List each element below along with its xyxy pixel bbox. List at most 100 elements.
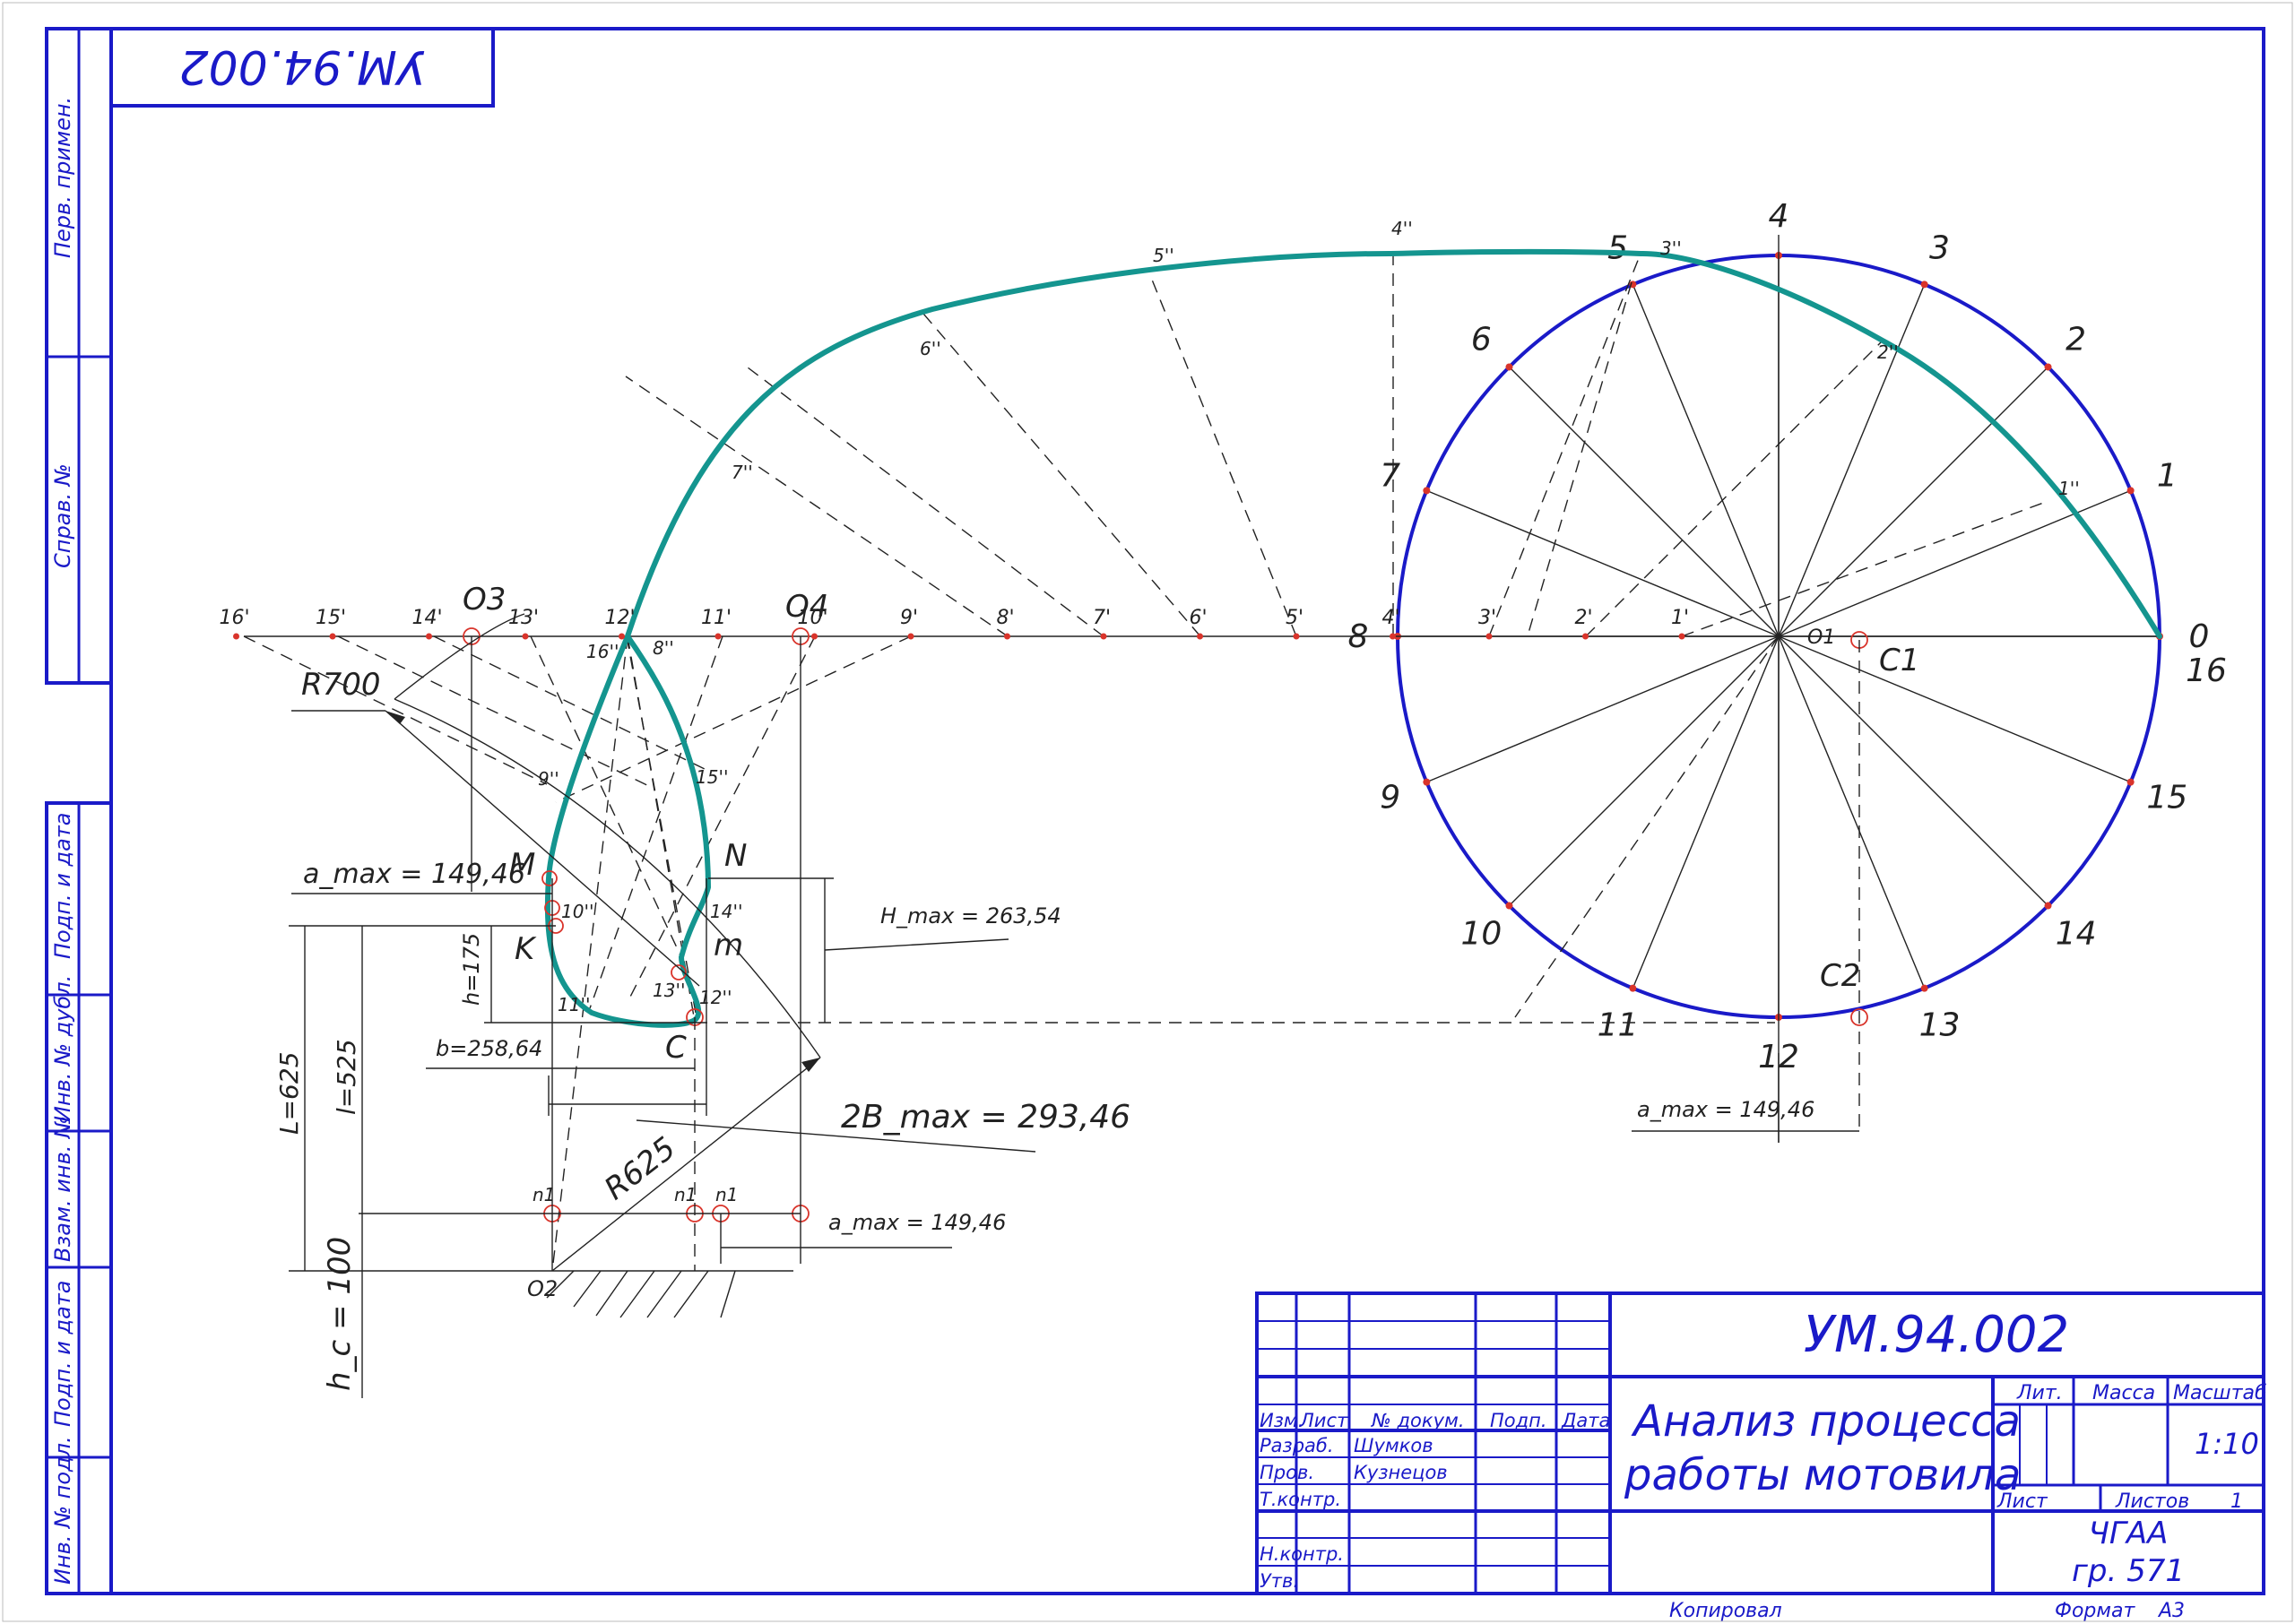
spoke-5 <box>1632 284 1780 637</box>
tb-nkontr: Н.контр. <box>1260 1543 1344 1565</box>
circle-label-1: 1 <box>2157 458 2178 495</box>
dim-hmax: H_max = 263,54 <box>880 903 1061 929</box>
tb-utv: Утв. <box>1260 1570 1299 1592</box>
axis-point-3 <box>1485 633 1493 640</box>
circle-label-9: 9 <box>1380 779 1400 816</box>
dashed-line-0 <box>1681 501 2047 637</box>
circle-point-15 <box>2126 778 2135 786</box>
axis-label-8: 8' <box>996 607 1014 629</box>
label-m-small: m <box>714 928 743 963</box>
spoke-9 <box>1426 635 1780 783</box>
traj-label-11: 11'' <box>558 994 590 1015</box>
tb-sheet: Лист <box>1996 1490 2048 1513</box>
tb-org-2: гр. 571 <box>2072 1553 2185 1589</box>
dashed-line-5 <box>922 313 1201 637</box>
circle-label-16: 16 <box>2186 652 2227 689</box>
dim-r625: R625 <box>598 1130 682 1207</box>
axis-point-11 <box>714 633 722 640</box>
label-o1: O1 <box>1807 626 1835 649</box>
axis-label-5: 5' <box>1286 607 1303 629</box>
side-label-perv-primen: Перв. примен. <box>50 97 75 258</box>
title-line-2: работы мотовила <box>1624 1450 2021 1500</box>
drawing-sheet: Перв. примен. Справ. № Подп. и дата Инв.… <box>2 2 2293 1622</box>
circle-point-7 <box>1423 487 1431 495</box>
circle-label-11: 11 <box>1598 1006 1639 1043</box>
rotated-stamp: УМ.94.002 <box>109 27 495 108</box>
tb-format: Формат <box>2055 1600 2135 1622</box>
circle-point-9 <box>1423 778 1431 786</box>
circle-point-2 <box>2044 363 2052 371</box>
axis-label-7: 7' <box>1093 607 1111 629</box>
circle-label-0: 0 <box>2189 618 2210 655</box>
axis-label-12: 12' <box>604 607 635 629</box>
axis-points: 1'2'3'4'5'6'7'8'9'10'11'12'13'14'15'16' <box>219 607 1689 640</box>
axis-label-9: 9' <box>900 607 918 629</box>
tb-tkontr: Т.контр. <box>1260 1489 1341 1510</box>
circle-point-10 <box>1505 902 1513 910</box>
traj-label-15: 15'' <box>696 766 728 788</box>
axis-point-9 <box>907 633 914 640</box>
rotated-stamp-code: УМ.94.002 <box>178 39 425 93</box>
label-c1: C1 <box>1879 643 1919 678</box>
traj-label-1: 1'' <box>2058 478 2080 499</box>
tb-scale-value: 1:10 <box>2195 1427 2259 1461</box>
spoke-2 <box>1778 366 2049 637</box>
axis-label-4: 4' <box>1381 607 1399 629</box>
axis-label-15: 15' <box>316 607 346 629</box>
traj-label-16: 16'' <box>586 641 619 662</box>
dim-amax-right: a_max = 149,46 <box>1637 1097 1814 1122</box>
traj-label-4: 4'' <box>1391 218 1413 239</box>
spoke-11 <box>1632 635 1780 989</box>
tb-podp: Подп. <box>1490 1410 1547 1431</box>
tb-data: Дата <box>1561 1410 1610 1431</box>
spoke-10 <box>1508 635 1780 907</box>
circle-label-3: 3 <box>1929 230 1950 267</box>
spoke-3 <box>1778 284 1926 637</box>
spoke-15 <box>1778 635 2131 783</box>
traj-label-6: 6'' <box>920 338 941 359</box>
tb-sheets-value: 1 <box>2230 1490 2243 1513</box>
circle-point-1 <box>2126 487 2135 495</box>
spoke-13 <box>1778 635 1926 989</box>
side-label-inv-dubl: Инв. № дубл. <box>50 975 75 1122</box>
dim-h175: h=175 <box>459 933 484 1006</box>
traj-label-12: 12'' <box>699 987 732 1008</box>
title-code: УМ.94.002 <box>1804 1306 2069 1364</box>
dim-l525: l=525 <box>332 1039 361 1115</box>
side-label-inv-podl: Инв. № подл. <box>50 1436 75 1585</box>
axis-label-3: 3' <box>1478 607 1496 629</box>
axis-label-2: 2' <box>1574 607 1592 629</box>
traj-label-5: 5'' <box>1153 245 1174 266</box>
traj-label-13: 13'' <box>653 980 685 1001</box>
circle-label-7: 7 <box>1380 458 1400 495</box>
label-n1-a: n1 <box>533 1184 555 1205</box>
tb-razrab: Разраб. <box>1260 1435 1334 1456</box>
tb-masshtab: Масштаб <box>2173 1382 2267 1404</box>
dimension-labels: R700 R625 a_max = 149,46 a_max = 149,46 … <box>274 667 1814 1391</box>
tb-razrab-name: Шумков <box>1354 1435 1433 1456</box>
label-o4: O4 <box>785 589 828 625</box>
axis-point-8 <box>1004 633 1010 640</box>
side-label-podp-data-1: Подп. и дата <box>50 813 75 960</box>
circle-point-13 <box>1920 984 1928 992</box>
tb-sheets: Листов <box>2115 1490 2189 1513</box>
tb-list: Лист <box>1299 1410 1348 1431</box>
axis-point-6 <box>1197 633 1203 640</box>
label-n1-b: n1 <box>674 1184 697 1205</box>
circle-label-5: 5 <box>1607 230 1628 267</box>
axis-point-15 <box>329 633 336 640</box>
circle-label-10: 10 <box>1460 916 1502 953</box>
axis-point-12 <box>619 633 625 640</box>
traj-label-10: 10'' <box>561 901 593 922</box>
axis-point-10 <box>811 633 818 640</box>
dim-r700: R700 <box>301 667 381 703</box>
circle-label-13: 13 <box>1919 1006 1961 1043</box>
side-strip: Перв. примен. Справ. № Подп. и дата Инв.… <box>45 27 113 1595</box>
tb-prov: Пров. <box>1260 1462 1314 1483</box>
dim-b: b=258,64 <box>436 1036 542 1061</box>
axis-point-5 <box>1293 633 1300 640</box>
dim-2bmax: 2B_max = 293,46 <box>841 1099 1130 1136</box>
axis-point-1 <box>1678 633 1685 640</box>
label-k: K <box>515 931 537 967</box>
dashed-line-16 <box>1514 635 1780 1018</box>
